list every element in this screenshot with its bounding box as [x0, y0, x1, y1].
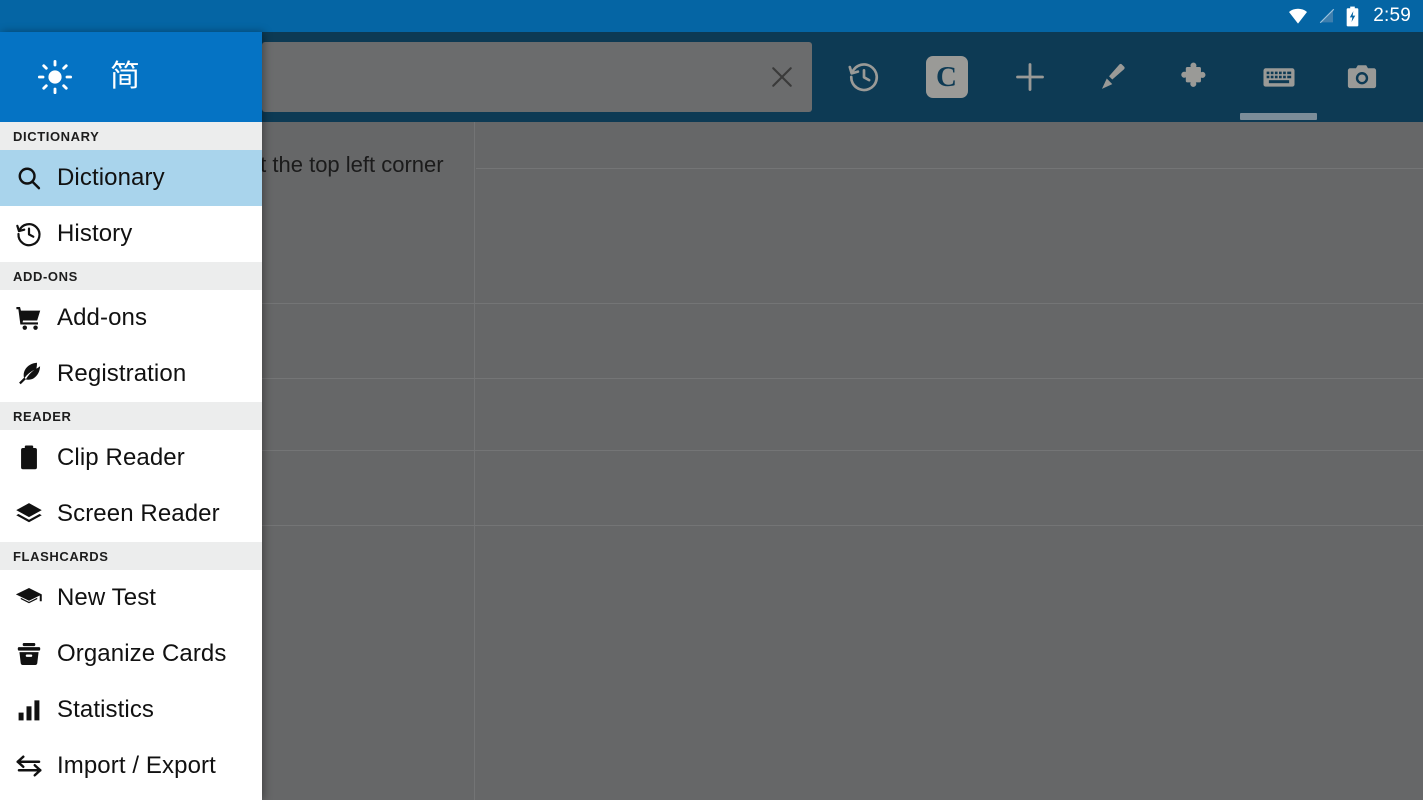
sidebar-item-new-test[interactable]: New Test — [0, 570, 262, 626]
clipboard-icon — [0, 444, 57, 472]
search-icon — [0, 164, 57, 192]
content-divider — [476, 168, 1423, 169]
sidebar-item-clip-reader[interactable]: Clip Reader — [0, 430, 262, 486]
sidebar-item-organize-cards[interactable]: Organize Cards — [0, 626, 262, 682]
toolbar-add-button[interactable] — [988, 32, 1071, 122]
sidebar-item-add-ons[interactable]: Add-ons — [0, 290, 262, 346]
toolbar-actions: C — [822, 32, 1403, 122]
app-root: ...t one of the options ...at the top le… — [0, 0, 1423, 800]
sun-icon[interactable] — [0, 59, 110, 95]
sidebar-item-label: Registration — [57, 360, 187, 387]
toolbar-camera-button[interactable] — [1320, 32, 1403, 122]
toolbar-history-button[interactable] — [822, 32, 905, 122]
cedict-icon: C — [925, 56, 968, 98]
puzzle-icon — [1180, 62, 1205, 87]
section-header-reader: READER — [0, 402, 262, 430]
toolbar-addons-button[interactable] — [1154, 32, 1237, 122]
transfer-icon — [0, 751, 57, 781]
graduation-cap-icon — [0, 583, 57, 613]
sidebar-item-label: Clip Reader — [57, 444, 185, 471]
tab-indicator — [1240, 113, 1317, 120]
sidebar-item-import-export[interactable]: Import / Export — [0, 738, 262, 794]
sidebar-item-dictionary[interactable]: Dictionary — [0, 150, 262, 206]
sidebar-item-history[interactable]: History — [0, 206, 262, 262]
brush-icon — [1101, 63, 1125, 89]
sidebar-item-label: Import / Export — [57, 752, 216, 779]
content-vertical-divider — [474, 122, 475, 800]
search-bar[interactable] — [262, 42, 812, 112]
sidebar-item-statistics[interactable]: Statistics — [0, 682, 262, 738]
sidebar-item-label: History — [57, 220, 133, 247]
section-header-dictionary: DICTIONARY — [0, 122, 262, 150]
status-clock: 2:59 — [1373, 5, 1411, 26]
plus-icon — [1015, 63, 1044, 91]
sidebar-item-label: Dictionary — [57, 164, 165, 191]
toolbar-keyboard-button[interactable] — [1237, 32, 1320, 122]
language-toggle-label[interactable]: 简 — [110, 62, 140, 92]
cart-icon — [0, 304, 57, 332]
signal-off-icon — [1320, 8, 1335, 24]
section-header-flashcards: FLASHCARDS — [0, 542, 262, 570]
status-icons: 2:59 — [1287, 5, 1411, 27]
layers-icon — [0, 499, 57, 529]
history-icon — [847, 63, 878, 92]
history-icon — [0, 220, 57, 248]
card-box-icon — [0, 640, 57, 668]
toolbar-handwriting-button[interactable] — [1071, 32, 1154, 122]
bar-chart-icon — [0, 697, 57, 723]
navigation-drawer: 简 DICTIONARY Dictionary History ADD-ONS … — [0, 32, 262, 800]
sidebar-item-registration[interactable]: Registration — [0, 346, 262, 402]
feather-icon — [0, 360, 57, 388]
sidebar-item-label: Statistics — [57, 696, 155, 723]
search-input[interactable] — [262, 64, 752, 90]
sidebar-item-label: Screen Reader — [57, 500, 220, 527]
status-bar: 2:59 — [0, 0, 1423, 32]
wifi-icon — [1289, 8, 1308, 24]
camera-icon — [1347, 65, 1376, 89]
drawer-header: 简 — [0, 32, 262, 122]
clear-search-icon[interactable] — [752, 42, 812, 112]
sidebar-item-label: Add-ons — [57, 304, 148, 331]
sidebar-item-screen-reader[interactable]: Screen Reader — [0, 486, 262, 542]
battery-charging-icon — [1346, 6, 1359, 26]
section-header-addons: ADD-ONS — [0, 262, 262, 290]
keyboard-icon — [1262, 68, 1295, 87]
sidebar-item-label: New Test — [57, 584, 157, 611]
sidebar-item-label: Organize Cards — [57, 640, 227, 667]
toolbar-cedict-button[interactable]: C — [905, 32, 988, 122]
